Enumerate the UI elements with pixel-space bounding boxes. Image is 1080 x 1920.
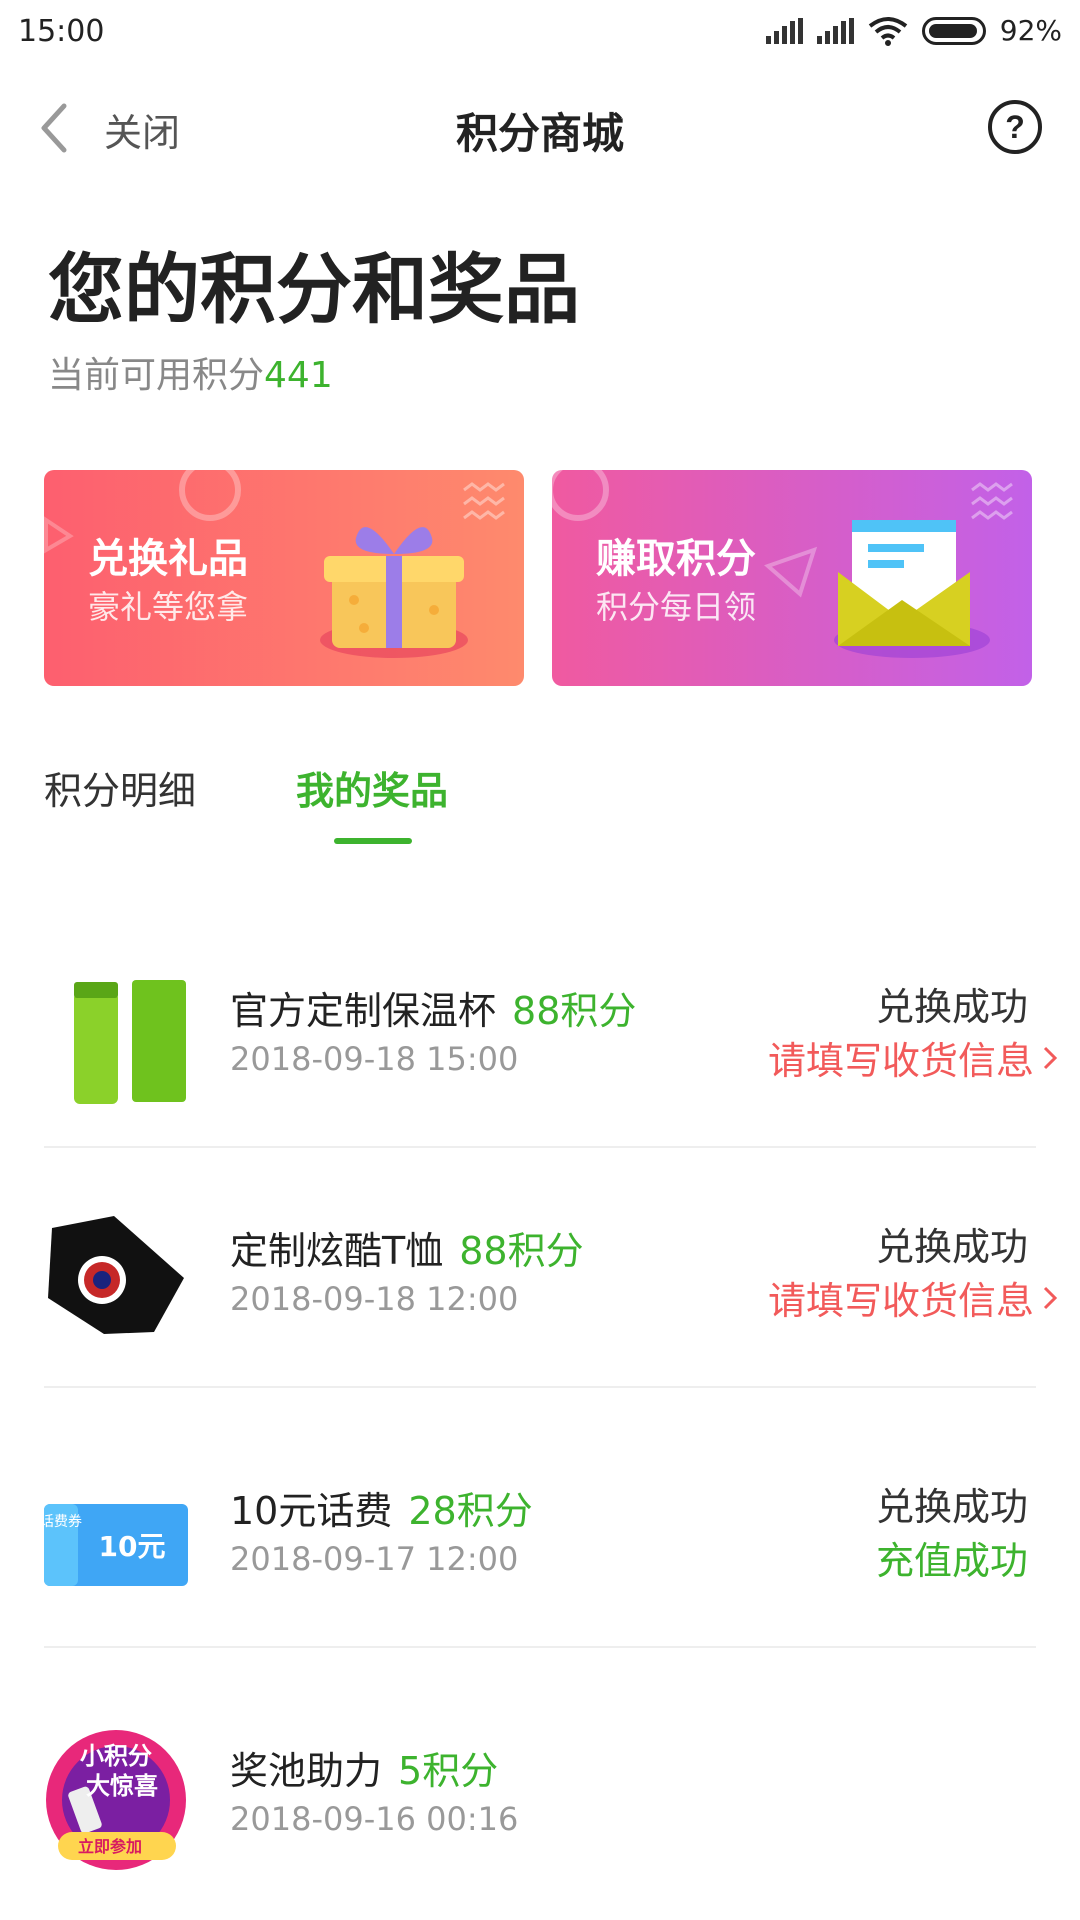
prize-date: 2018-09-16 00:16 — [230, 1800, 519, 1838]
prize-date: 2018-09-18 15:00 — [230, 1040, 519, 1078]
thermos-cup-image — [74, 980, 186, 1104]
signal-icon — [816, 17, 854, 44]
battery-percent: 92% — [999, 14, 1062, 47]
action-label: 请填写收货信息 — [767, 1279, 1034, 1323]
status-time: 15:00 — [18, 14, 105, 49]
tab-active-indicator — [334, 838, 412, 844]
promo-line1: 小积分 — [80, 1742, 152, 1770]
chevron-right-icon — [1043, 1286, 1058, 1309]
prize-cost: 88积分 — [512, 989, 637, 1033]
battery-icon — [921, 16, 986, 45]
prize-name: 定制炫酷T恤 88积分 — [230, 1220, 584, 1275]
points-label: 当前可用积分 — [48, 355, 265, 396]
row-divider — [44, 1386, 1036, 1388]
available-points: 当前可用积分441 — [48, 346, 333, 398]
nav-bar: 关闭 积分商城 ? — [0, 88, 1080, 168]
prize-cost: 88积分 — [459, 1229, 584, 1273]
prize-row[interactable]: 定制炫酷T恤 88积分 2018-09-18 12:00 兑换成功 请填写收货信息 — [0, 1148, 1080, 1388]
card-title: 兑换礼品 — [88, 536, 248, 582]
page-title: 您的积分和奖品 — [48, 245, 580, 334]
prize-pool-promo-image: 小积分 大惊喜 立即参加 — [46, 1730, 186, 1870]
prize-name: 10元话费 28积分 — [230, 1480, 533, 1535]
prize-status: 兑换成功 — [875, 1225, 1028, 1269]
prize-status: 兑换成功 — [875, 985, 1028, 1029]
promo-line2: 大惊喜 — [86, 1772, 158, 1800]
points-value: 441 — [264, 355, 333, 396]
nav-title: 积分商城 — [455, 109, 624, 158]
prize-name: 奖池助力 5积分 — [230, 1740, 498, 1795]
prize-row[interactable]: 话费券 10元 10元话费 28积分 2018-09-17 12:00 兑换成功 … — [0, 1408, 1080, 1648]
status-bar: 15:00 92% — [0, 0, 1080, 66]
prize-title: 官方定制保温杯 — [230, 989, 497, 1033]
tabs: 积分明细 我的奖品 — [0, 760, 1080, 850]
tab-points-detail[interactable]: 积分明细 — [44, 760, 196, 815]
coupon-side-text: 话费券 — [44, 1514, 82, 1530]
chevron-right-icon — [1043, 1046, 1058, 1069]
prize-name: 官方定制保温杯 88积分 — [230, 980, 636, 1035]
coupon-value: 10元 — [99, 1530, 166, 1563]
fill-address-link[interactable]: 请填写收货信息 — [768, 1270, 1060, 1325]
prize-date: 2018-09-17 12:00 — [230, 1540, 519, 1578]
phone-credit-coupon-image: 话费券 10元 — [44, 1504, 188, 1586]
fill-address-link[interactable]: 请填写收货信息 — [768, 1030, 1060, 1085]
prize-title: 10元话费 — [230, 1489, 393, 1533]
signal-icon — [765, 17, 803, 44]
card-subtitle: 豪礼等您拿 — [88, 588, 249, 626]
prize-cost: 5积分 — [398, 1749, 499, 1793]
action-label: 请填写收货信息 — [767, 1039, 1034, 1083]
card-subtitle: 积分每日领 — [596, 588, 757, 626]
row-divider — [44, 1646, 1036, 1648]
help-icon[interactable]: ? — [986, 98, 1044, 156]
earn-points-card[interactable]: 赚取积分 积分每日领 — [552, 470, 1032, 686]
prize-row[interactable]: 小积分 大惊喜 立即参加 奖池助力 5积分 2018-09-16 00:16 — [0, 1668, 1080, 1908]
envelope-icon — [834, 520, 990, 658]
redeem-gift-card[interactable]: 兑换礼品 豪礼等您拿 — [44, 470, 524, 686]
gift-box-icon — [320, 527, 468, 658]
wifi-icon — [868, 16, 907, 46]
status-icons: 92% — [765, 14, 1062, 47]
promo-join-button: 立即参加 — [78, 1837, 142, 1856]
prize-cost: 28积分 — [408, 1489, 533, 1533]
prize-status: 兑换成功 — [875, 1485, 1028, 1529]
action-label: 充值成功 — [875, 1539, 1028, 1583]
svg-text:?: ? — [1005, 109, 1025, 145]
prize-row[interactable]: 官方定制保温杯 88积分 2018-09-18 15:00 兑换成功 请填写收货信… — [0, 908, 1080, 1148]
card-title: 赚取积分 — [596, 536, 756, 582]
prize-title: 奖池助力 — [230, 1749, 383, 1793]
recharge-status: 充值成功 — [876, 1530, 1028, 1585]
tab-my-prizes[interactable]: 我的奖品 — [296, 760, 448, 815]
prize-title: 定制炫酷T恤 — [230, 1229, 444, 1273]
tshirt-image — [48, 1216, 184, 1334]
prize-date: 2018-09-18 12:00 — [230, 1280, 519, 1318]
